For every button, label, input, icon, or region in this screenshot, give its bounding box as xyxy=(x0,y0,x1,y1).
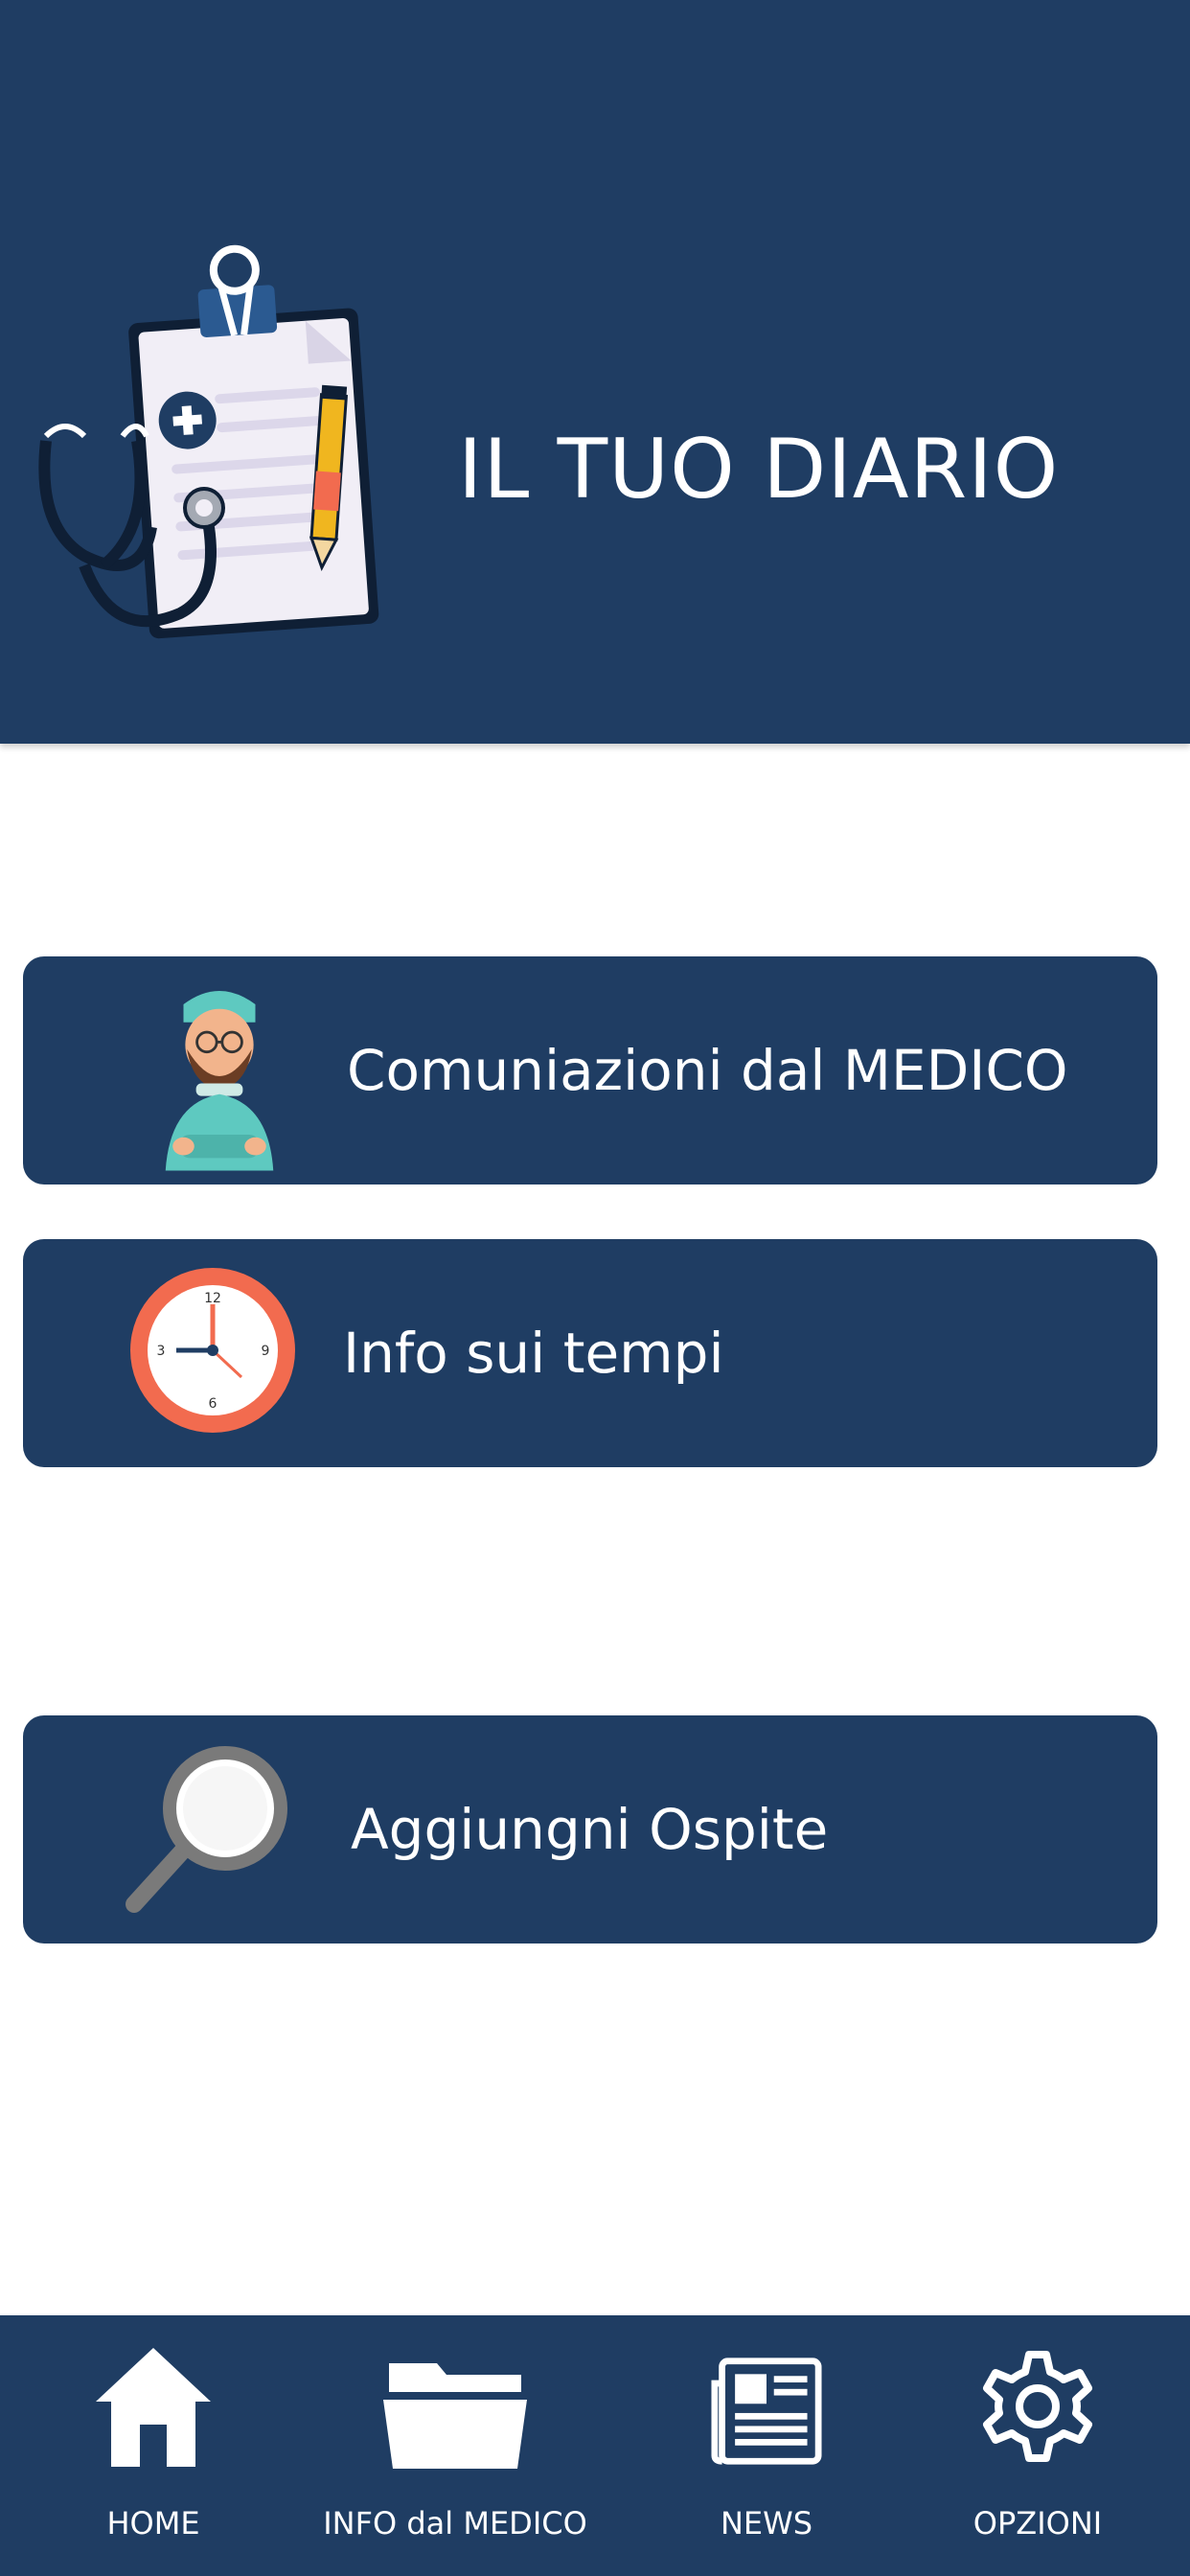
nav-info-from-doctor[interactable]: INFO dal MEDICO xyxy=(316,2315,594,2576)
header: IL TUO DIARIO xyxy=(0,0,1190,744)
newspaper-icon xyxy=(711,2358,822,2465)
time-info-button[interactable]: 12 9 6 3 Info sui tempi xyxy=(23,1239,1157,1467)
nav-label-news: NEWS xyxy=(720,2505,813,2542)
card-label-time-info: Info sui tempi xyxy=(343,1321,724,1386)
clipboard-stethoscope-icon xyxy=(38,244,379,639)
svg-text:3: 3 xyxy=(157,1344,166,1359)
doctor-icon xyxy=(165,990,274,1171)
app-screen: IL TUO DIARIO Comuniazioni dal MEDICO 12… xyxy=(0,0,1190,2576)
nav-label-info-from-doctor: INFO dal MEDICO xyxy=(323,2505,587,2542)
svg-text:9: 9 xyxy=(262,1344,270,1359)
nav-options[interactable]: OPZIONI xyxy=(942,2315,1133,2576)
svg-text:6: 6 xyxy=(209,1396,217,1412)
add-guest-button[interactable]: Aggiungni Ospite xyxy=(23,1715,1157,1944)
bottom-navigation: HOME INFO dal MEDICO NEWS OPZIONI xyxy=(0,2315,1190,2576)
card-label-communications: Comuniazioni dal MEDICO xyxy=(347,1038,1068,1103)
svg-text:12: 12 xyxy=(204,1291,221,1306)
communications-from-doctor-button[interactable]: Comuniazioni dal MEDICO xyxy=(23,956,1157,1184)
nav-news[interactable]: NEWS xyxy=(671,2315,862,2576)
magnifier-icon xyxy=(126,1746,287,1913)
gear-icon xyxy=(983,2351,1092,2462)
nav-label-options: OPZIONI xyxy=(973,2505,1103,2542)
nav-label-home: HOME xyxy=(106,2505,200,2542)
page-title: IL TUO DIARIO xyxy=(458,422,1060,518)
folder-icon xyxy=(383,2363,527,2469)
home-icon xyxy=(96,2348,211,2467)
clock-icon: 12 9 6 3 xyxy=(130,1268,295,1433)
card-label-add-guest: Aggiungni Ospite xyxy=(351,1797,829,1862)
nav-home[interactable]: HOME xyxy=(57,2315,249,2576)
